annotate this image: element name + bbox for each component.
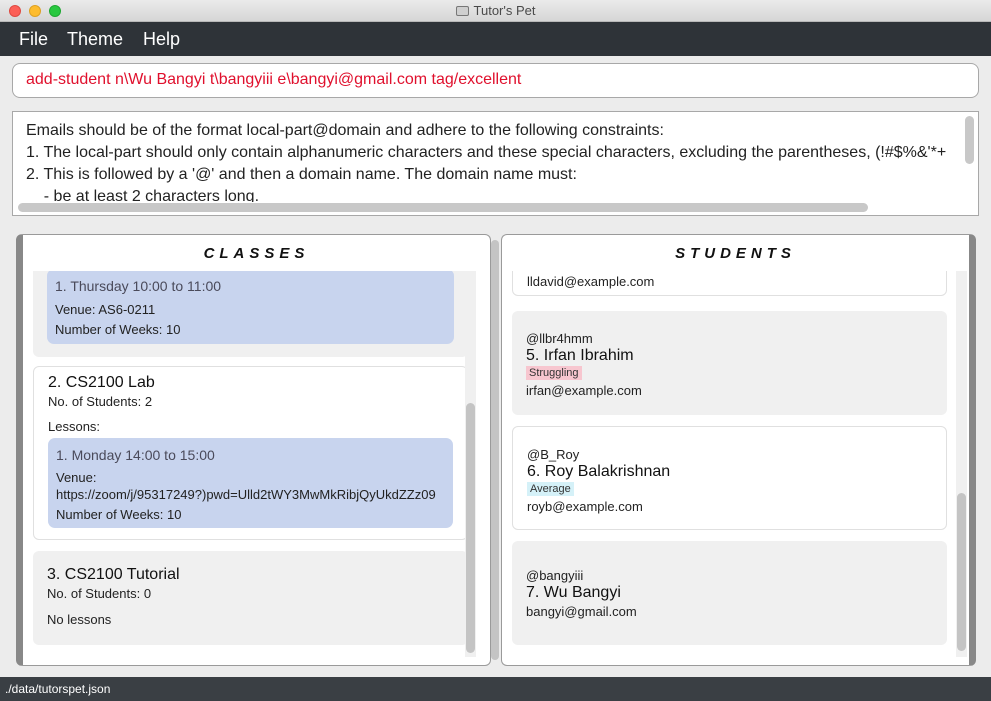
lesson-venue: https://zoom/j/95317249?)pwd=Ulld2tWY3Mw… — [56, 487, 436, 502]
students-panel: STUDENTS lldavid@example.com @llbr4hmm 5… — [501, 234, 976, 666]
student-handle: @B_Roy — [527, 447, 580, 462]
student-card[interactable]: @B_Roy 6. Roy Balakrishnan Average royb@… — [512, 426, 947, 530]
student-email: irfan@example.com — [526, 383, 642, 398]
result-line: - be at least 2 characters long. — [26, 188, 260, 202]
command-input[interactable]: add-student n\Wu Bangyi t\bangyiii e\ban… — [12, 63, 979, 98]
app-icon — [455, 6, 469, 16]
result-horizontal-scrollbar[interactable] — [18, 203, 868, 212]
student-card[interactable]: @llbr4hmm 5. Irfan Ibrahim Struggling ir… — [512, 311, 947, 415]
class-title: 3. CS2100 Tutorial — [47, 566, 180, 583]
class-list-scrollbar[interactable] — [465, 271, 476, 657]
lesson-time: 1. Thursday 10:00 to 11:00 — [55, 278, 222, 294]
lesson-time: 1. Monday 14:00 to 15:00 — [56, 447, 215, 463]
student-email: royb@example.com — [527, 499, 643, 514]
class-card[interactable]: 1. Thursday 10:00 to 11:00 Venue: AS6-02… — [33, 271, 468, 357]
class-title: 2. CS2100 Lab — [48, 374, 155, 391]
classes-header: CLASSES — [203, 245, 310, 262]
result-vertical-scrollbar[interactable] — [965, 116, 974, 164]
result-line: Emails should be of the format local-par… — [26, 122, 664, 139]
student-card[interactable]: lldavid@example.com — [512, 271, 947, 296]
student-email: bangyi@gmail.com — [526, 604, 637, 619]
menu-help[interactable]: Help — [143, 29, 180, 50]
students-header: STUDENTS — [675, 245, 796, 262]
window-title-text: Tutor's Pet — [473, 3, 536, 18]
class-student-count: No. of Students: 2 — [48, 394, 153, 409]
menu-file[interactable]: File — [19, 29, 48, 50]
student-name: 5. Irfan Ibrahim — [526, 347, 634, 364]
lesson-venue: Venue: AS6-0211 — [55, 302, 156, 317]
student-tag: Average — [527, 482, 574, 496]
lessons-label: Lessons: — [48, 419, 101, 434]
student-name: 6. Roy Balakrishnan — [527, 463, 671, 480]
lesson-weeks: Number of Weeks: 10 — [55, 322, 181, 337]
result-display[interactable]: Emails should be of the format local-par… — [12, 111, 979, 216]
classes-panel: CLASSES 1. Thursday 10:00 to 11:00 Venue… — [16, 234, 491, 666]
result-text: Emails should be of the format local-par… — [26, 120, 966, 202]
class-card[interactable]: 3. CS2100 Tutorial No. of Students: 0 No… — [33, 551, 468, 645]
class-student-count: No. of Students: 0 — [47, 586, 152, 601]
student-list: lldavid@example.com @llbr4hmm 5. Irfan I… — [512, 271, 947, 657]
menu-bar: File Theme Help — [0, 22, 991, 56]
lesson-card: 1. Thursday 10:00 to 11:00 Venue: AS6-02… — [47, 271, 454, 344]
class-card[interactable]: 2. CS2100 Lab No. of Students: 2 Lessons… — [33, 366, 468, 540]
student-list-scroll-thumb[interactable] — [957, 493, 966, 651]
data-file-path: ./data/tutorspet.json — [5, 682, 111, 696]
status-bar: ./data/tutorspet.json — [0, 677, 991, 701]
window-title: Tutor's Pet — [0, 3, 991, 18]
class-list: 1. Thursday 10:00 to 11:00 Venue: AS6-02… — [33, 271, 468, 657]
result-line: 2. This is followed by a '@' and then a … — [26, 166, 577, 183]
result-line: 1. The local-part should only contain al… — [26, 144, 947, 161]
student-email: lldavid@example.com — [527, 274, 655, 289]
title-bar: Tutor's Pet — [0, 0, 991, 22]
student-handle: @bangyiii — [526, 568, 584, 583]
no-lessons-label: No lessons — [47, 612, 112, 627]
lesson-venue-label: Venue: — [56, 470, 97, 485]
student-name: 7. Wu Bangyi — [526, 584, 621, 601]
student-tag: Struggling — [526, 366, 582, 380]
lesson-card: 1. Monday 14:00 to 15:00 Venue: https://… — [48, 438, 453, 528]
student-list-scrollbar[interactable] — [956, 271, 967, 657]
panel-divider[interactable] — [491, 240, 499, 660]
student-handle: @llbr4hmm — [526, 331, 593, 346]
menu-theme[interactable]: Theme — [67, 29, 123, 50]
class-list-scroll-thumb[interactable] — [466, 403, 475, 653]
student-card[interactable]: @bangyiii 7. Wu Bangyi bangyi@gmail.com — [512, 541, 947, 645]
lesson-weeks: Number of Weeks: 10 — [56, 507, 182, 522]
